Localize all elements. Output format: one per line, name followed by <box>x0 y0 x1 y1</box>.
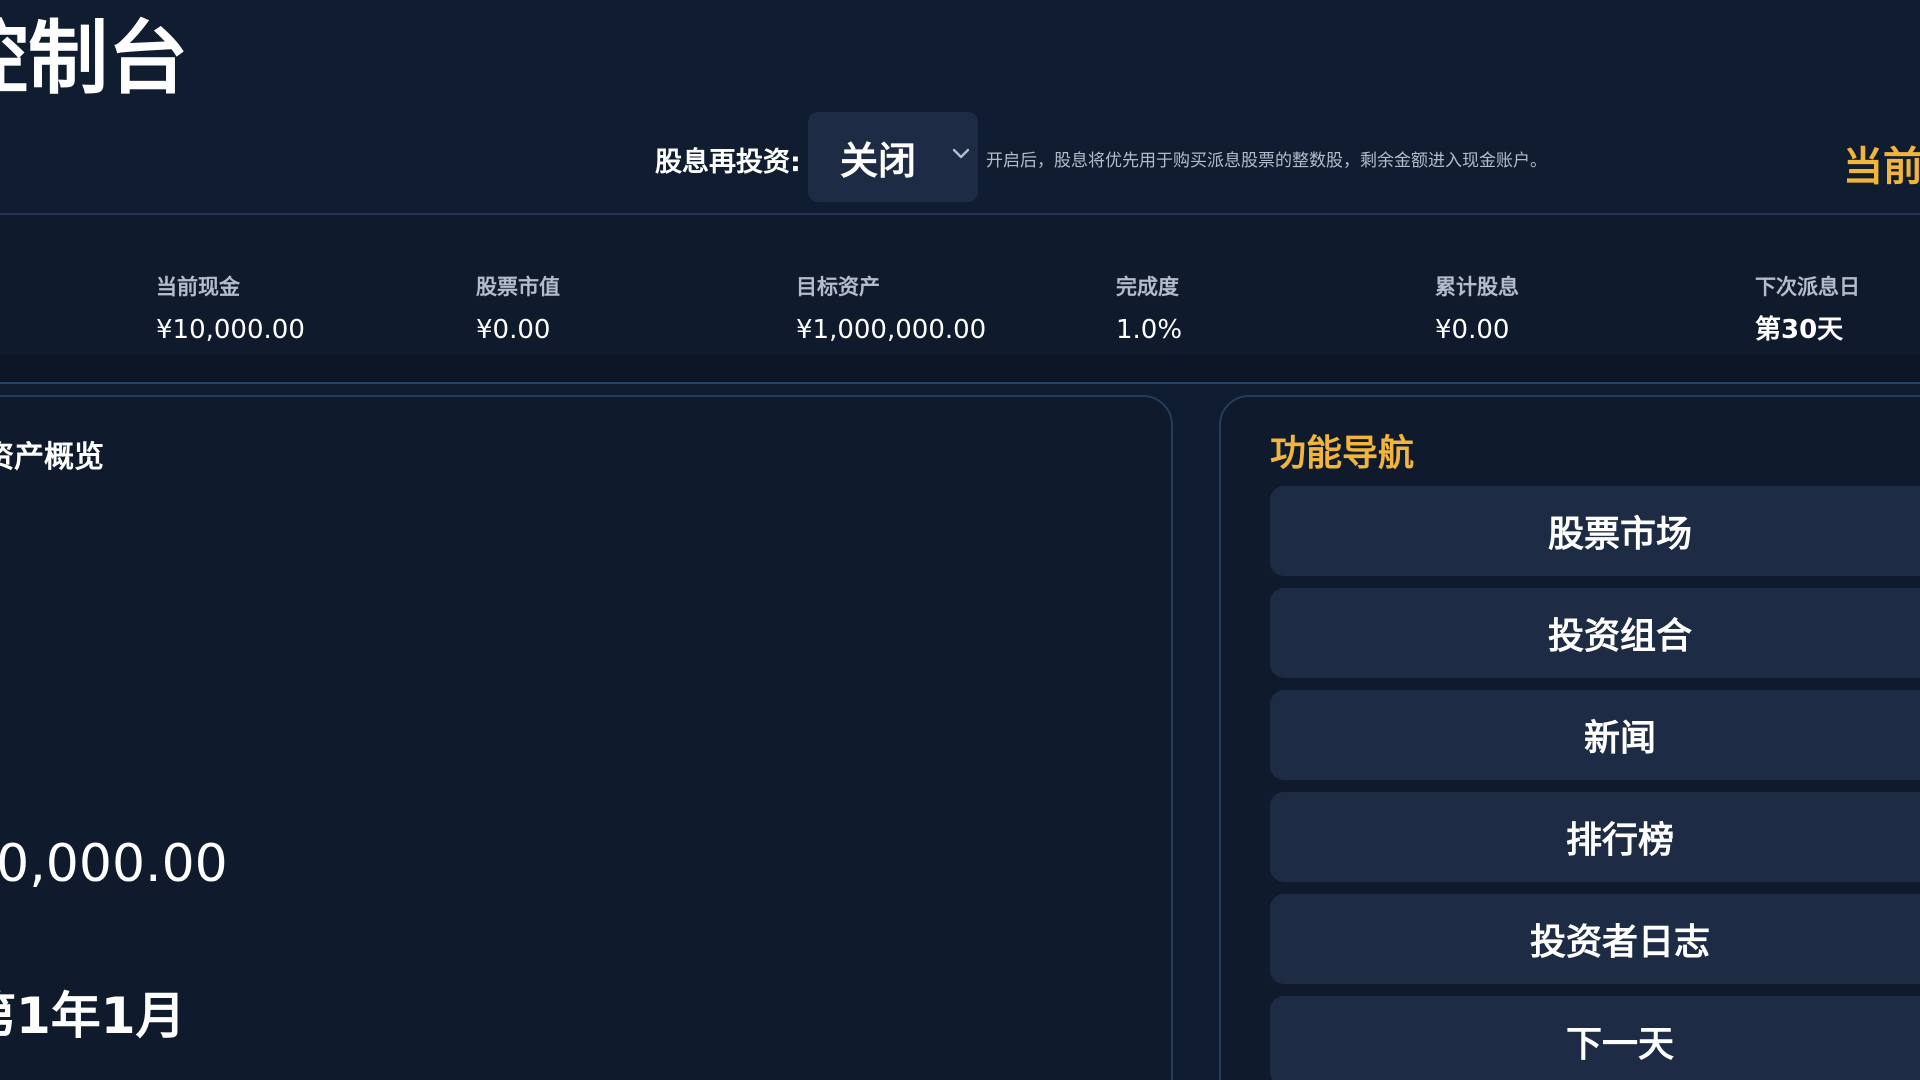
stats-bar-footer <box>0 355 1920 383</box>
nav-button-label: 下一天 <box>1565 1024 1674 1065</box>
stat-label: 股票市值 <box>476 275 560 299</box>
stat-value: ¥10,000.00 <box>156 315 305 345</box>
navigation-title: 功能导航 <box>1270 433 1415 474</box>
stat-value: ¥0.00 <box>1435 315 1510 345</box>
stat-label: 目标资产 <box>796 275 880 299</box>
stat-label: 完成度 <box>1116 275 1179 299</box>
dividend-reinvest-label: 股息再投资: <box>655 147 801 178</box>
nav-button-label: 投资组合 <box>1547 616 1692 657</box>
chevron-down-icon <box>952 148 970 159</box>
stat-value: 第30天 <box>1755 315 1844 345</box>
dividend-reinvest-hint: 开启后，股息将优先用于购买派息股票的整数股，剩余金额进入现金账户。 <box>986 151 1547 171</box>
dividend-reinvest-value: 关闭 <box>840 138 917 183</box>
stat-label: 当前现金 <box>156 275 240 299</box>
dividend-reinvest-select[interactable]: 关闭 <box>808 112 978 202</box>
stat-value: ¥0.00 <box>476 315 551 345</box>
total-balance-value: ¥10,000.00 <box>0 834 228 894</box>
nav-button-label: 投资者日志 <box>1529 922 1710 963</box>
nav-button-label: 排行榜 <box>1565 820 1674 861</box>
stat-stock-market-value: 股票市值 ¥0.00 <box>476 272 560 350</box>
stat-value: 1.0% <box>1116 315 1183 345</box>
nav-button-investor-journal[interactable]: 投资者日志 <box>1270 894 1920 984</box>
stat-label: 下次派息日 <box>1755 275 1860 299</box>
nav-button-stock-market[interactable]: 股票市场 <box>1270 486 1920 576</box>
nav-button-next-day[interactable]: 下一天 <box>1270 996 1920 1080</box>
dashboard-page: 控制台 股息再投资: 关闭 开启后，股息将优先用于购买派息股票的整数股，剩余金额… <box>0 0 1920 1080</box>
nav-button-portfolio[interactable]: 投资组合 <box>1270 588 1920 678</box>
game-date-value: 第1年1月 <box>0 987 186 1045</box>
stat-current-cash: 当前现金 ¥10,000.00 <box>156 272 305 350</box>
page-title: 控制台 <box>0 12 188 105</box>
asset-overview-title: 资产概览 <box>0 440 104 475</box>
stat-accumulated-dividends: 累计股息 ¥0.00 <box>1435 272 1519 350</box>
stat-next-dividend-day: 下次派息日 第30天 <box>1755 272 1860 350</box>
stat-target-assets: 目标资产 ¥1,000,000.00 <box>796 272 986 350</box>
nav-button-label: 新闻 <box>1583 718 1656 759</box>
nav-button-label: 股票市场 <box>1547 514 1692 555</box>
nav-button-news[interactable]: 新闻 <box>1270 690 1920 780</box>
stat-label: 累计股息 <box>1435 275 1519 299</box>
stat-completion: 完成度 1.0% <box>1116 272 1182 350</box>
stat-value: ¥1,000,000.00 <box>796 315 987 345</box>
stats-divider <box>0 382 1920 384</box>
nav-button-leaderboard[interactable]: 排行榜 <box>1270 792 1920 882</box>
current-status-label: 当前 <box>1843 144 1920 190</box>
